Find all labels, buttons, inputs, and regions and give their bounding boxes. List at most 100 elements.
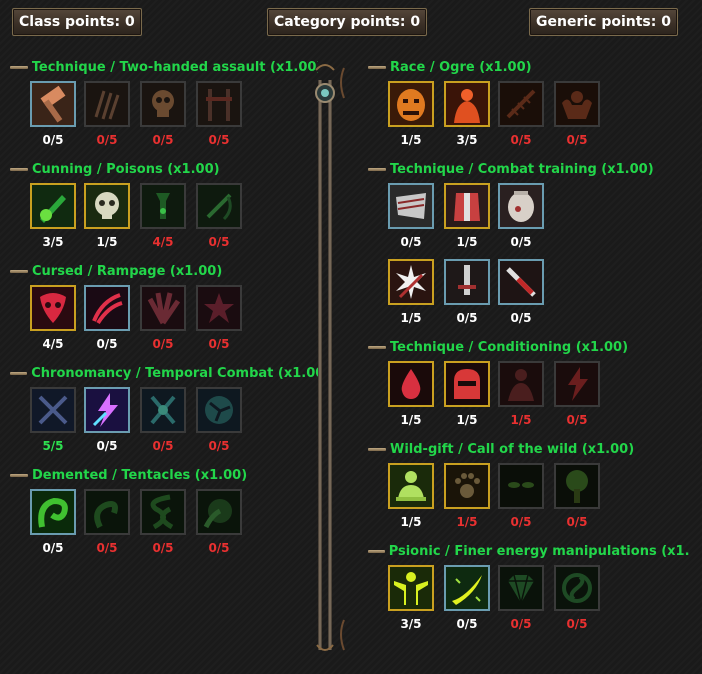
talent-icon[interactable] — [140, 183, 186, 229]
talent-icon[interactable] — [30, 183, 76, 229]
talent-level: 0/5 — [42, 133, 64, 147]
talent-icon[interactable] — [388, 81, 434, 127]
category-combat-training[interactable]: Technique / Combat training (x1.00) — [368, 161, 698, 177]
category-collapse-handle[interactable] — [10, 167, 28, 171]
category-name: Chronomancy / Temporal Combat (x1.00) — [31, 365, 318, 381]
ornate-divider — [315, 64, 345, 651]
talent-level: 0/5 — [566, 515, 588, 529]
category-collapse-handle[interactable] — [10, 371, 28, 375]
talent-icon[interactable] — [196, 387, 242, 433]
talent-icon[interactable] — [30, 81, 76, 127]
tentacle-knot-icon — [142, 491, 184, 533]
talent-icon[interactable] — [30, 489, 76, 535]
talent-level: 0/5 — [208, 337, 230, 351]
bloody-dagger-icon — [500, 261, 542, 303]
talent-icon[interactable] — [196, 285, 242, 331]
talent-icon[interactable] — [388, 183, 434, 229]
talent-icon[interactable] — [196, 489, 242, 535]
talent-level: 0/5 — [456, 311, 478, 325]
talent-level: 0/5 — [152, 337, 174, 351]
talent-icon[interactable] — [84, 489, 130, 535]
talent-icon[interactable] — [554, 81, 600, 127]
talent-icon[interactable] — [388, 463, 434, 509]
talent-icon[interactable] — [30, 387, 76, 433]
talent-level: 0/5 — [208, 133, 230, 147]
talent-icon[interactable] — [140, 81, 186, 127]
category-rampage[interactable]: Cursed / Rampage (x1.00) — [10, 263, 318, 279]
category-collapse-handle[interactable] — [10, 269, 28, 273]
talent-level: 0/5 — [42, 541, 64, 555]
talent-icon[interactable] — [498, 463, 544, 509]
ogre-body-icon — [446, 83, 488, 125]
talent-icon[interactable] — [444, 565, 490, 611]
talent-icon[interactable] — [498, 183, 544, 229]
talent-icon[interactable] — [554, 463, 600, 509]
talent-icon[interactable] — [388, 565, 434, 611]
category-collapse-handle[interactable] — [10, 473, 28, 477]
talent-level: 3/5 — [456, 133, 478, 147]
category-call-of-the-wild[interactable]: Wild-gift / Call of the wild (x1.00) — [368, 441, 698, 457]
talent-level: 1/5 — [456, 413, 478, 427]
swirl-icon — [556, 567, 598, 609]
poison-dagger-icon — [32, 185, 74, 227]
poison-blade-icon — [198, 185, 240, 227]
talent-icon[interactable] — [84, 81, 130, 127]
demon-face-icon — [32, 287, 74, 329]
category-collapse-handle[interactable] — [10, 65, 28, 69]
talent-icon[interactable] — [498, 259, 544, 305]
talent-icon[interactable] — [140, 387, 186, 433]
talent-icon[interactable] — [444, 361, 490, 407]
category-collapse-handle[interactable] — [368, 549, 385, 553]
talent-icon[interactable] — [84, 387, 130, 433]
category-tentacles[interactable]: Demented / Tentacles (x1.00) — [10, 467, 318, 483]
talent-icon[interactable] — [388, 259, 434, 305]
talent-icon[interactable] — [84, 183, 130, 229]
talent-icon[interactable] — [554, 565, 600, 611]
hammer-icon — [32, 83, 74, 125]
category-collapse-handle[interactable] — [368, 345, 386, 349]
talent-icon[interactable] — [554, 361, 600, 407]
talent-icon[interactable] — [444, 183, 490, 229]
shield-icon — [390, 185, 432, 227]
talent-icon[interactable] — [388, 361, 434, 407]
talent-icon[interactable] — [140, 285, 186, 331]
category-ogre[interactable]: Race / Ogre (x1.00) — [368, 59, 698, 75]
talent-icon[interactable] — [498, 361, 544, 407]
talent-icon[interactable] — [444, 81, 490, 127]
poison-vial-icon — [142, 185, 184, 227]
paw-icon — [446, 465, 488, 507]
talent-level: 0/5 — [96, 439, 118, 453]
category-collapse-handle[interactable] — [368, 65, 386, 69]
talent-level: 0/5 — [510, 311, 532, 325]
heavy-armor-icon — [500, 185, 542, 227]
talent-icon[interactable] — [444, 463, 490, 509]
talent-level: 5/5 — [42, 439, 64, 453]
category-collapse-handle[interactable] — [368, 167, 386, 171]
talent-icon[interactable] — [84, 285, 130, 331]
category-collapse-handle[interactable] — [368, 447, 386, 451]
talent-icon[interactable] — [444, 259, 490, 305]
category-conditioning[interactable]: Technique / Conditioning (x1.00) — [368, 339, 698, 355]
lightning-sword-icon — [86, 389, 128, 431]
talent-icon[interactable] — [196, 183, 242, 229]
talent-icon[interactable] — [30, 285, 76, 331]
category-finer-energy-manipulations[interactable]: Psionic / Finer energy manipulations (x1… — [368, 543, 690, 559]
talent-icon[interactable] — [196, 81, 242, 127]
category-temporal-combat[interactable]: Chronomancy / Temporal Combat (x1.00) — [10, 365, 318, 381]
generic-points-label: Generic points: 0 — [529, 8, 678, 36]
talent-level: 0/5 — [96, 133, 118, 147]
category-poisons[interactable]: Cunning / Poisons (x1.00) — [10, 161, 318, 177]
category-two-handed-assault[interactable]: Technique / Two-handed assault (x1.00) — [10, 59, 318, 75]
gem-icon — [500, 567, 542, 609]
talent-level: 1/5 — [510, 413, 532, 427]
swords-icon — [446, 261, 488, 303]
claw-slash-icon — [86, 287, 128, 329]
talent-icon[interactable] — [140, 489, 186, 535]
talent-icon[interactable] — [498, 565, 544, 611]
class-points-label: Class points: 0 — [12, 8, 142, 36]
talent-icon[interactable] — [498, 81, 544, 127]
talent-level: 1/5 — [400, 515, 422, 529]
talent-level: 0/5 — [510, 617, 532, 631]
gate-icon — [198, 83, 240, 125]
blood-drop-icon — [390, 363, 432, 405]
